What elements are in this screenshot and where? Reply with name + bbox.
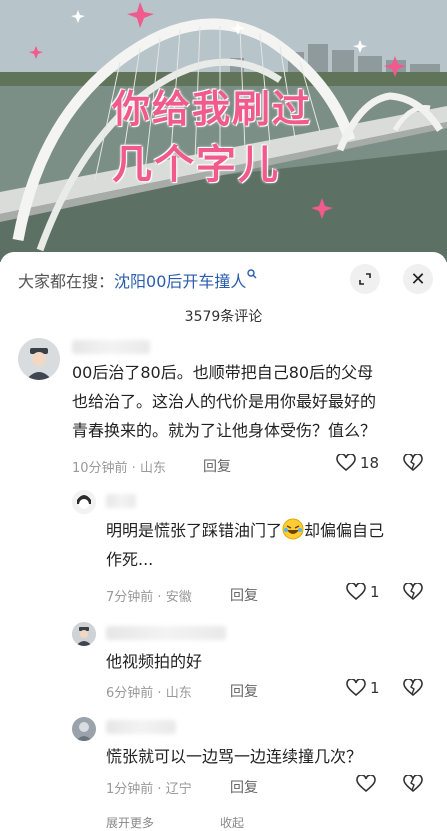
- comment-meta: 7分钟前 · 安徽: [106, 590, 192, 605]
- search-prefix: 大家都在搜：: [18, 272, 115, 291]
- fullscreen-button[interactable]: [350, 264, 380, 294]
- dislike-button[interactable]: [403, 678, 423, 701]
- comment-meta: 6分钟前 · 山东: [106, 686, 192, 701]
- heart-icon: [346, 583, 366, 601]
- avatar[interactable]: [72, 490, 96, 514]
- avatar[interactable]: [72, 717, 96, 741]
- close-icon: ✕: [410, 268, 426, 290]
- avatar[interactable]: [18, 338, 60, 380]
- heart-icon: [356, 775, 376, 793]
- reply-button[interactable]: 回复: [230, 681, 258, 701]
- dislike-button[interactable]: [403, 582, 423, 605]
- broken-heart-icon: [403, 774, 423, 793]
- username-redacted: [106, 720, 176, 734]
- search-icon: [247, 268, 257, 282]
- avatar-image: [72, 622, 96, 646]
- reply-button[interactable]: 回复: [230, 585, 258, 605]
- like-count: 18: [360, 454, 380, 472]
- expand-more-link[interactable]: 展开更多: [106, 814, 154, 831]
- heart-icon: [346, 679, 366, 697]
- like-button[interactable]: 18: [336, 454, 379, 472]
- dislike-button[interactable]: [403, 774, 423, 797]
- comment-text: 他视频拍的好: [106, 652, 203, 671]
- username-redacted: [106, 626, 226, 640]
- heart-icon: [336, 454, 356, 472]
- like-button[interactable]: 1: [346, 679, 380, 697]
- avatar-image: [18, 338, 60, 380]
- username-redacted: [72, 340, 150, 354]
- avatar-image: [72, 490, 96, 514]
- overlay-caption-line1: 你给我刷过: [112, 87, 313, 131]
- reply-button[interactable]: 回复: [203, 456, 231, 476]
- expand-icon: [359, 273, 371, 285]
- avatar-image: [72, 717, 96, 741]
- username-redacted: [106, 494, 136, 508]
- laughing-emoji-icon: [282, 518, 304, 540]
- broken-heart-icon: [403, 453, 423, 472]
- comment-count: 3579条评论: [184, 309, 263, 325]
- comment-meta: 1分钟前 · 辽宁: [106, 782, 192, 797]
- avatar[interactable]: [72, 622, 96, 646]
- comment-text: 明明是慌张了踩错油门了 却偏偏自己 作死...: [106, 516, 436, 574]
- comment-meta: 10分钟前 · 山东: [72, 461, 166, 476]
- like-button[interactable]: 1: [346, 583, 380, 601]
- collapse-link[interactable]: 收起: [220, 814, 244, 831]
- reply-button[interactable]: 回复: [230, 777, 258, 797]
- broken-heart-icon: [403, 678, 423, 697]
- like-count: 1: [370, 583, 380, 601]
- comment-panel: 大家都在搜：沈阳00后开车撞人 ✕ 3579条评论 00后治了80后。也顺带把自…: [0, 252, 447, 830]
- comment-text: 慌张就可以一边骂一边连续撞几次？: [106, 747, 363, 766]
- search-suggestion[interactable]: 大家都在搜：沈阳00后开车撞人: [18, 268, 257, 292]
- broken-heart-icon: [403, 582, 423, 601]
- like-button[interactable]: [356, 775, 380, 793]
- overlay-caption-line2: 几个字儿: [112, 142, 280, 188]
- close-button[interactable]: ✕: [403, 264, 433, 294]
- video-frame[interactable]: 你给我刷过 几个字儿: [0, 0, 447, 262]
- search-query-link[interactable]: 沈阳00后开车撞人: [114, 272, 246, 291]
- comment-text: 00后治了80后。也顺带把自己80后的父母 也给治了。这治人的代价是用你最好最好…: [72, 363, 377, 440]
- like-count: 1: [370, 679, 380, 697]
- dislike-button[interactable]: [403, 453, 423, 476]
